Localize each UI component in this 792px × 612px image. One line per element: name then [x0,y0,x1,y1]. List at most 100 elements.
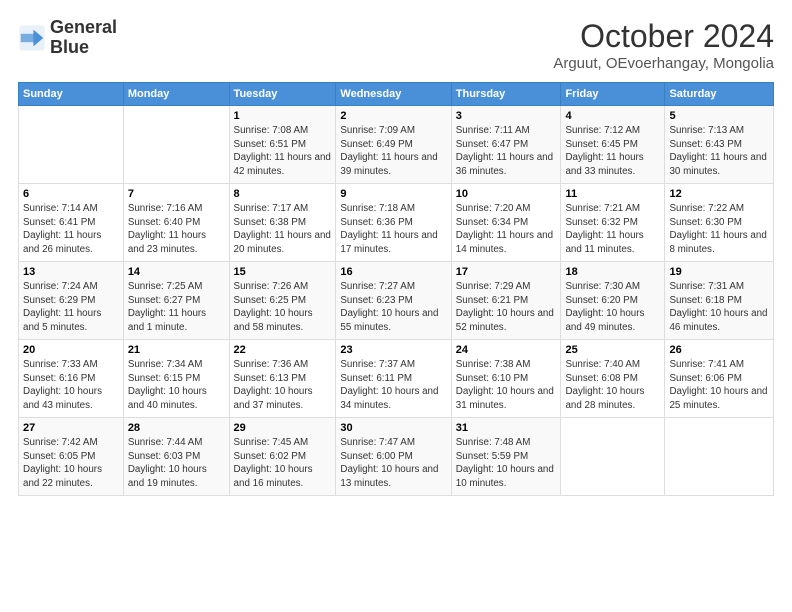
day-number: 10 [456,188,557,200]
weekday-header: Wednesday [336,83,451,106]
calendar-cell: 3 Sunrise: 7:11 AM Sunset: 6:47 PM Daylig… [451,106,561,184]
header: General Blue October 2024 Arguut, OEvoer… [18,18,774,72]
weekday-header: Friday [561,83,665,106]
day-number: 11 [565,188,660,200]
day-number: 4 [565,110,660,122]
title-section: October 2024 Arguut, OEvoerhangay, Mongo… [553,18,774,72]
calendar-cell: 4Sunrise: 7:12 AM Sunset: 6:45 PM Daylig… [561,106,665,184]
day-number: 25 [565,344,660,356]
day-number: 19 [669,266,769,278]
day-info: Sunrise: 7:17 AM Sunset: 6:38 PM Dayligh… [234,202,332,257]
calendar-cell [665,418,774,496]
day-number: 17 [456,266,557,278]
calendar-cell: 14 Sunrise: 7:25 AM Sunset: 6:27 PM Dayli… [123,262,229,340]
day-number: 7 [128,188,225,200]
logo-line1: General [50,18,117,38]
calendar-week-row: 1 Sunrise: 7:08 AM Sunset: 6:51 PM Daylig… [19,106,774,184]
calendar-cell: 22Sunrise: 7:36 AM Sunset: 6:13 PM Dayli… [229,340,336,418]
calendar-cell: 6Sunrise: 7:14 AM Sunset: 6:41 PM Daylig… [19,184,124,262]
day-info: Sunrise: 7:33 AM Sunset: 6:16 PM Dayligh… [23,358,119,413]
day-info: Sunrise: 7:20 AM Sunset: 6:34 PM Dayligh… [456,202,557,257]
day-info: Sunrise: 7:11 AM Sunset: 6:47 PM Dayligh… [456,124,557,179]
weekday-header: Tuesday [229,83,336,106]
day-info: Sunrise: 7:16 AM Sunset: 6:40 PM Dayligh… [128,202,225,257]
day-number: 5 [669,110,769,122]
month-title: October 2024 [553,18,774,55]
day-info: Sunrise: 7:14 AM Sunset: 6:41 PM Dayligh… [23,202,119,257]
calendar-header: SundayMondayTuesdayWednesdayThursdayFrid… [19,83,774,106]
calendar-cell: 1 Sunrise: 7:08 AM Sunset: 6:51 PM Daylig… [229,106,336,184]
calendar-cell: 9Sunrise: 7:18 AM Sunset: 6:36 PM Daylig… [336,184,451,262]
weekday-header: Thursday [451,83,561,106]
calendar-cell: 15Sunrise: 7:26 AM Sunset: 6:25 PM Dayli… [229,262,336,340]
calendar-cell: 16 Sunrise: 7:27 AM Sunset: 6:23 PM Dayli… [336,262,451,340]
day-number: 21 [128,344,225,356]
day-number: 3 [456,110,557,122]
calendar-cell: 5Sunrise: 7:13 AM Sunset: 6:43 PM Daylig… [665,106,774,184]
day-number: 28 [128,422,225,434]
day-number: 1 [234,110,332,122]
day-info: Sunrise: 7:48 AM Sunset: 5:59 PM Dayligh… [456,436,557,491]
weekday-header: Saturday [665,83,774,106]
day-number: 13 [23,266,119,278]
weekday-header: Monday [123,83,229,106]
day-info: Sunrise: 7:42 AM Sunset: 6:05 PM Dayligh… [23,436,119,491]
day-number: 8 [234,188,332,200]
day-info: Sunrise: 7:37 AM Sunset: 6:11 PM Dayligh… [340,358,446,413]
calendar-week-row: 20 Sunrise: 7:33 AM Sunset: 6:16 PM Dayli… [19,340,774,418]
day-number: 12 [669,188,769,200]
calendar-cell: 17 Sunrise: 7:29 AM Sunset: 6:21 PM Dayli… [451,262,561,340]
calendar-table: SundayMondayTuesdayWednesdayThursdayFrid… [18,82,774,496]
calendar-cell: 23 Sunrise: 7:37 AM Sunset: 6:11 PM Dayli… [336,340,451,418]
day-info: Sunrise: 7:22 AM Sunset: 6:30 PM Dayligh… [669,202,769,257]
day-info: Sunrise: 7:47 AM Sunset: 6:00 PM Dayligh… [340,436,446,491]
day-info: Sunrise: 7:25 AM Sunset: 6:27 PM Dayligh… [128,280,225,335]
calendar-cell: 29 Sunrise: 7:45 AM Sunset: 6:02 PM Dayli… [229,418,336,496]
day-number: 2 [340,110,446,122]
page-container: General Blue October 2024 Arguut, OEvoer… [0,0,792,506]
day-number: 22 [234,344,332,356]
day-number: 16 [340,266,446,278]
calendar-cell: 7 Sunrise: 7:16 AM Sunset: 6:40 PM Daylig… [123,184,229,262]
day-info: Sunrise: 7:45 AM Sunset: 6:02 PM Dayligh… [234,436,332,491]
day-number: 31 [456,422,557,434]
day-number: 26 [669,344,769,356]
day-number: 18 [565,266,660,278]
day-number: 29 [234,422,332,434]
day-info: Sunrise: 7:21 AM Sunset: 6:32 PM Dayligh… [565,202,660,257]
calendar-week-row: 13 Sunrise: 7:24 AM Sunset: 6:29 PM Dayli… [19,262,774,340]
calendar-body: 1 Sunrise: 7:08 AM Sunset: 6:51 PM Daylig… [19,106,774,496]
day-info: Sunrise: 7:31 AM Sunset: 6:18 PM Dayligh… [669,280,769,335]
calendar-cell: 13 Sunrise: 7:24 AM Sunset: 6:29 PM Dayli… [19,262,124,340]
day-number: 14 [128,266,225,278]
logo-text: General Blue [50,18,117,58]
day-number: 23 [340,344,446,356]
day-number: 30 [340,422,446,434]
subtitle: Arguut, OEvoerhangay, Mongolia [553,55,774,72]
calendar-cell: 31 Sunrise: 7:48 AM Sunset: 5:59 PM Dayli… [451,418,561,496]
day-info: Sunrise: 7:18 AM Sunset: 6:36 PM Dayligh… [340,202,446,257]
calendar-cell: 20 Sunrise: 7:33 AM Sunset: 6:16 PM Dayli… [19,340,124,418]
day-info: Sunrise: 7:41 AM Sunset: 6:06 PM Dayligh… [669,358,769,413]
logo: General Blue [18,18,117,58]
calendar-week-row: 27 Sunrise: 7:42 AM Sunset: 6:05 PM Dayli… [19,418,774,496]
day-info: Sunrise: 7:08 AM Sunset: 6:51 PM Dayligh… [234,124,332,179]
calendar-cell: 11 Sunrise: 7:21 AM Sunset: 6:32 PM Dayli… [561,184,665,262]
day-info: Sunrise: 7:27 AM Sunset: 6:23 PM Dayligh… [340,280,446,335]
logo-line2: Blue [50,38,117,58]
day-info: Sunrise: 7:26 AM Sunset: 6:25 PM Dayligh… [234,280,332,335]
calendar-cell: 18Sunrise: 7:30 AM Sunset: 6:20 PM Dayli… [561,262,665,340]
calendar-cell: 10 Sunrise: 7:20 AM Sunset: 6:34 PM Dayli… [451,184,561,262]
calendar-cell: 26 Sunrise: 7:41 AM Sunset: 6:06 PM Dayli… [665,340,774,418]
day-number: 27 [23,422,119,434]
calendar-cell [123,106,229,184]
day-number: 20 [23,344,119,356]
calendar-cell [19,106,124,184]
weekday-header: Sunday [19,83,124,106]
calendar-cell: 30 Sunrise: 7:47 AM Sunset: 6:00 PM Dayli… [336,418,451,496]
day-info: Sunrise: 7:24 AM Sunset: 6:29 PM Dayligh… [23,280,119,335]
day-info: Sunrise: 7:29 AM Sunset: 6:21 PM Dayligh… [456,280,557,335]
header-row: SundayMondayTuesdayWednesdayThursdayFrid… [19,83,774,106]
calendar-cell: 25Sunrise: 7:40 AM Sunset: 6:08 PM Dayli… [561,340,665,418]
calendar-cell: 12 Sunrise: 7:22 AM Sunset: 6:30 PM Dayli… [665,184,774,262]
